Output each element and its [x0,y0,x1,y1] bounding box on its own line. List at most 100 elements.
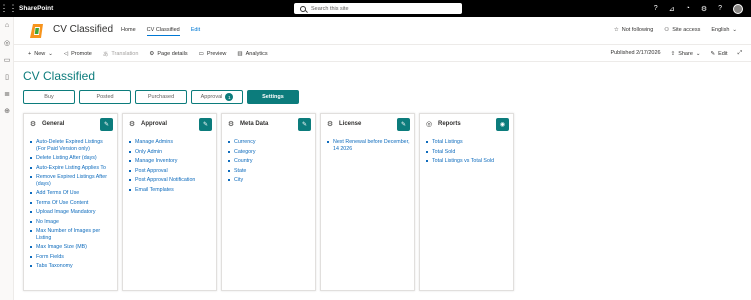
search-input[interactable]: Search this site [311,6,349,12]
card-title: Meta Data [240,120,269,127]
list-item[interactable]: Only Admin [129,149,212,156]
nav-item-cv-classified[interactable]: CV Classified [146,27,180,36]
list-item[interactable]: Total Sold [426,149,509,156]
chevron-down-icon: ⌄ [732,27,737,33]
gear-icon: ⚙ [128,120,136,128]
list-item[interactable]: Post Approval Notification [129,177,212,184]
list-item[interactable]: State [228,168,311,175]
site-access-label: Site access [672,27,701,33]
list-item[interactable]: Upload Image Mandatory [30,209,113,216]
edit-icon: ✎ [301,122,308,128]
edit-settings-button[interactable]: ✎ [199,118,212,131]
list-item[interactable]: Next Renewal before December, 14 2026 [327,139,410,152]
tab-approval[interactable]: Approval 1 [191,90,243,104]
suite-actions: ? ⊿ ◔ ⚙ ? [654,0,743,17]
list-item[interactable]: Max Image Size (MB) [30,244,113,251]
home-icon[interactable]: ⌂ [0,17,14,34]
help-icon[interactable]: ? [654,5,658,12]
tab-label: Settings [262,94,284,100]
nav-item-home[interactable]: Home [121,27,136,36]
list-item[interactable]: Manage Admins [129,139,212,146]
language-label: English [711,27,730,33]
list-item[interactable]: Tabs Taxonomy [30,263,113,270]
globe-icon[interactable]: ◎ [0,34,14,51]
list-item[interactable]: Manage Inventory [129,158,212,165]
list-item[interactable]: Terms Of Use Content [30,200,113,207]
edit-button[interactable]: ✎ Edit [711,50,728,57]
language-selector[interactable]: English ⌄ [711,27,737,33]
pencil-icon: ✎ [710,50,716,57]
preview-label: Preview [206,51,227,57]
list-item[interactable]: Remove Expired Listings After (days) [30,174,113,187]
list-item[interactable]: Country [228,158,311,165]
tab-purchased[interactable]: Purchased [135,90,187,104]
list-item[interactable]: Category [228,149,311,156]
tab-bar: Buy Posted Purchased Approval 1 Settings [23,90,299,104]
tab-buy[interactable]: Buy [23,90,75,104]
list-item[interactable]: Auto-Delete Expired Listings (For Paid V… [30,139,113,152]
megaphone-icon[interactable]: ⊿ [669,5,675,13]
follow-button[interactable]: ☆ Not following [614,27,653,33]
add-icon[interactable]: ⊕ [0,102,14,119]
list-item[interactable]: Form Fields [30,254,113,261]
list-item[interactable]: City [228,177,311,184]
list-icon[interactable]: ≣ [0,85,14,102]
site-title[interactable]: CV Classified [53,24,113,35]
header-actions: ☆ Not following ⚇ Site access English ⌄ [614,27,737,33]
list-item[interactable]: Add Terms Of Use [30,190,113,197]
edit-settings-button[interactable]: ✎ [298,118,311,131]
eye-icon: ◉ [499,122,506,128]
share-button[interactable]: ⇪ Share ⌄ [671,50,701,57]
app-launcher-icon[interactable]: ⋮⋮ [0,0,18,17]
approval-count-badge: 1 [225,93,234,101]
new-button[interactable]: + New ⌄ [28,50,53,58]
edit-settings-button[interactable]: ✎ [397,118,410,131]
edit-icon: ✎ [103,122,110,128]
translation-label: Translation [111,51,139,57]
card-license: ⚙ License ✎ Next Renewal before December… [320,113,415,291]
list-item[interactable]: Delete Listing After (days) [30,155,113,162]
suite-bar: ⋮⋮ SharePoint Search this site ? ⊿ ◔ ⚙ ? [0,0,751,17]
main-content: CV Classified Buy Posted Purchased Appro… [14,62,751,300]
card-reports: ◎ Reports ◉ Total Listings Total Sold To… [419,113,514,291]
gear-icon: ⚙ [227,120,235,128]
sharepoint-brand[interactable]: SharePoint [19,5,53,12]
list-item[interactable]: Total Listings vs Total Sold [426,158,509,165]
list-item[interactable]: Auto-Expire Listing Applies To [30,165,113,172]
list-item[interactable]: Total Listings [426,139,509,146]
gear-icon: ⚙ [326,120,334,128]
analytics-button[interactable]: ▥ Analytics [237,50,267,58]
expand-icon[interactable]: ⤢ [738,50,742,57]
page-details-button[interactable]: ⚙ Page details [149,50,187,58]
card-title: General [42,120,65,127]
app-bar: ⌂ ◎ ▭ ▯ ≣ ⊕ [0,17,14,300]
question-icon[interactable]: ? [718,5,722,12]
list-item[interactable]: Max Number of Images per Listing [30,228,113,241]
promote-label: Promote [71,51,92,57]
notifications-icon[interactable]: ◔ [686,5,690,12]
view-reports-button[interactable]: ◉ [496,118,509,131]
edit-settings-button[interactable]: ✎ [100,118,113,131]
list-item[interactable]: Post Approval [129,168,212,175]
tab-settings[interactable]: Settings [247,90,299,104]
tab-label: Purchased [147,94,175,100]
site-access-button[interactable]: ⚇ Site access [664,27,700,33]
tab-posted[interactable]: Posted [79,90,131,104]
star-icon: ☆ [613,27,619,33]
gear-icon[interactable]: ⚙ [701,5,707,13]
list-item[interactable]: Email Templates [129,187,212,194]
site-header: CV Classified Home CV Classified Edit ☆ N… [14,17,751,44]
plus-icon: + [28,51,32,57]
translation-button[interactable]: あ Translation [103,50,139,58]
search-box[interactable]: Search this site [294,3,462,14]
list-item[interactable]: Currency [228,139,311,146]
promote-button[interactable]: ◁ Promote [64,50,92,58]
chat-icon[interactable]: ▭ [0,51,14,68]
nav-edit-link[interactable]: Edit [191,27,200,36]
document-icon[interactable]: ▯ [0,68,14,85]
avatar[interactable] [733,3,743,14]
edit-icon: ✎ [202,122,209,128]
site-logo[interactable] [29,23,44,39]
preview-button[interactable]: ▭ Preview [199,50,227,58]
list-item[interactable]: No Image [30,219,113,226]
